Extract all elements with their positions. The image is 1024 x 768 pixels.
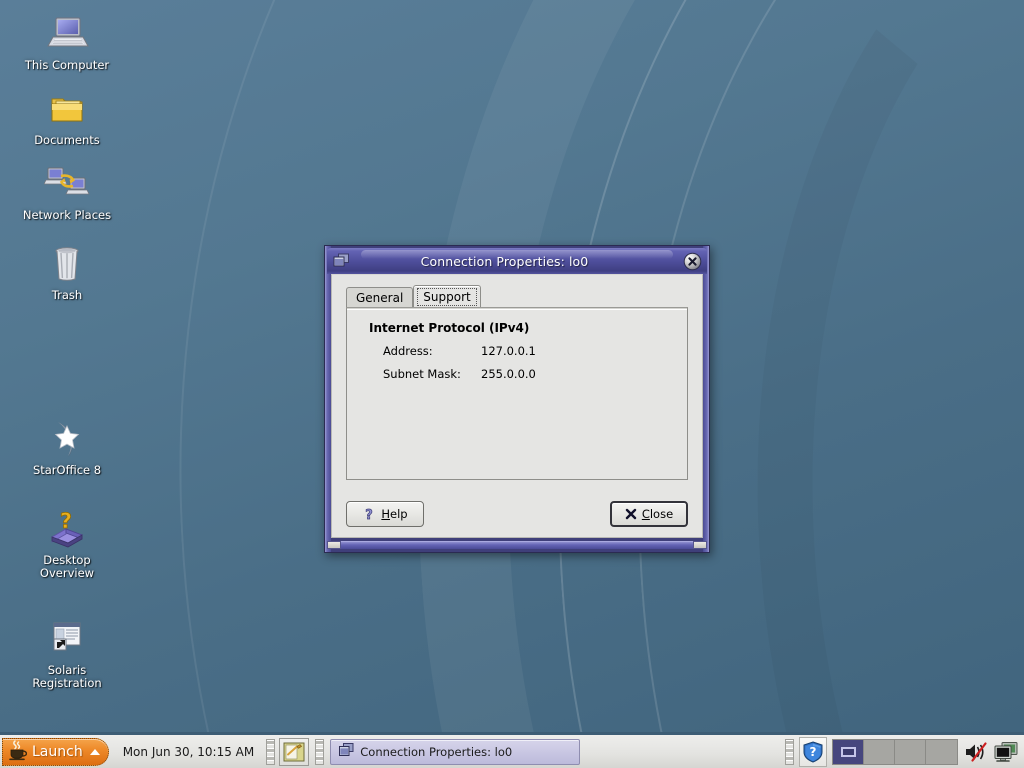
taskbar: Launch Mon Jun 30, 10:15 AM Connection P… bbox=[0, 732, 1024, 768]
panel-drag-handle[interactable] bbox=[266, 738, 276, 765]
workspace-2[interactable] bbox=[864, 739, 895, 764]
help-label-rest: elp bbox=[390, 507, 408, 521]
window-list-drag-handle[interactable] bbox=[315, 738, 325, 765]
close-button[interactable]: Close bbox=[610, 501, 688, 527]
dialog-button-bar: ? Help Close bbox=[332, 491, 702, 537]
desktop-icon-label: StarOffice 8 bbox=[32, 463, 102, 477]
desktop-icon-label: Network Places bbox=[22, 208, 112, 222]
close-mnemonic: C bbox=[641, 507, 650, 521]
tab-bar: General Support bbox=[346, 285, 688, 307]
workspace-switcher[interactable] bbox=[832, 738, 958, 765]
shield-question-icon[interactable]: ? bbox=[799, 736, 827, 767]
dialog-title: Connection Properties: lo0 bbox=[420, 253, 589, 269]
desktop-icon-label: Solaris Registration bbox=[32, 663, 102, 690]
question-mark-icon: ? bbox=[362, 507, 376, 522]
desktop-icon-label: Trash bbox=[51, 288, 83, 302]
caret-up-icon bbox=[89, 748, 100, 755]
desktop-icon-staroffice[interactable]: StarOffice 8 bbox=[8, 415, 126, 477]
java-cup-icon bbox=[7, 739, 28, 765]
network-icon bbox=[8, 160, 126, 206]
svg-text:?: ? bbox=[366, 508, 374, 522]
resize-grip-left[interactable] bbox=[327, 541, 341, 549]
tab-general-label: General bbox=[356, 290, 404, 305]
workspace-3[interactable] bbox=[895, 739, 926, 764]
tab-support[interactable]: Support bbox=[413, 285, 481, 307]
desktop-background[interactable]: This Computer Documents Network Places T… bbox=[0, 0, 1024, 768]
desktop-icon-label: This Computer bbox=[24, 58, 110, 72]
svg-text:?: ? bbox=[810, 745, 817, 759]
field-row-address: Address: 127.0.0.1 bbox=[383, 344, 687, 358]
desktop-icon-network-places[interactable]: Network Places bbox=[8, 160, 126, 222]
computer-icon bbox=[8, 10, 126, 56]
dual-monitor-icon[interactable] bbox=[994, 738, 1020, 766]
section-title: Internet Protocol (IPv4) bbox=[369, 321, 530, 335]
tab-support-label: Support bbox=[423, 289, 471, 304]
launch-button[interactable]: Launch bbox=[2, 737, 109, 766]
field-row-subnet-mask: Subnet Mask: 255.0.0.0 bbox=[383, 367, 687, 381]
tab-general[interactable]: General bbox=[346, 287, 414, 307]
connection-properties-dialog[interactable]: Connection Properties: lo0 General Suppo… bbox=[324, 245, 710, 553]
x-mark-icon bbox=[625, 508, 637, 520]
folder-icon bbox=[8, 85, 126, 131]
desktop-icon-label: Desktop Overview bbox=[39, 553, 95, 580]
registration-shortcut-icon bbox=[8, 615, 126, 661]
notification-tray: ? bbox=[785, 736, 1020, 767]
trash-icon bbox=[8, 240, 126, 286]
resize-grip-right[interactable] bbox=[693, 541, 707, 549]
close-button-label: Close bbox=[642, 507, 673, 521]
launch-button-label: Launch bbox=[32, 743, 83, 760]
window-icon bbox=[339, 743, 354, 760]
window-list: Connection Properties: lo0 bbox=[330, 738, 785, 765]
help-mnemonic: H bbox=[381, 507, 391, 521]
desktop-icon-trash[interactable]: Trash bbox=[8, 240, 126, 302]
speaker-muted-icon[interactable] bbox=[963, 738, 989, 766]
dialog-titlebar[interactable]: Connection Properties: lo0 bbox=[327, 248, 707, 274]
clock[interactable]: Mon Jun 30, 10:15 AM bbox=[123, 745, 255, 759]
tray-drag-handle[interactable] bbox=[785, 738, 794, 765]
close-label-rest: lose bbox=[649, 507, 674, 521]
workspace-window-indicator bbox=[840, 746, 856, 757]
subnet-mask-value: 255.0.0.0 bbox=[481, 367, 536, 381]
help-button[interactable]: ? Help bbox=[346, 501, 424, 527]
close-icon[interactable] bbox=[679, 248, 705, 274]
book-help-icon: ? bbox=[8, 505, 126, 551]
dialog-body: General Support Internet Protocol (IPv4)… bbox=[331, 274, 703, 538]
address-label: Address: bbox=[383, 344, 433, 358]
workspace-4[interactable] bbox=[926, 739, 957, 764]
address-value: 127.0.0.1 bbox=[481, 344, 536, 358]
window-resize-bar[interactable] bbox=[327, 540, 707, 550]
resize-bar-middle[interactable] bbox=[341, 541, 693, 549]
desktop-icon-documents[interactable]: Documents bbox=[8, 85, 126, 147]
desktop-icon-label: Documents bbox=[34, 133, 100, 147]
desktop-icon-desktop-overview[interactable]: ? Desktop Overview bbox=[8, 505, 126, 580]
subnet-mask-label: Subnet Mask: bbox=[383, 367, 461, 381]
window-border-right[interactable] bbox=[703, 246, 709, 552]
desktop-icon-solaris-registration[interactable]: Solaris Registration bbox=[8, 615, 126, 690]
text-editor-icon[interactable] bbox=[279, 737, 310, 766]
taskbar-window-button[interactable]: Connection Properties: lo0 bbox=[330, 738, 581, 765]
tab-panel-support: Internet Protocol (IPv4) Address: 127.0.… bbox=[346, 307, 688, 480]
staroffice-star-icon bbox=[8, 415, 126, 461]
workspace-1[interactable] bbox=[833, 739, 864, 764]
help-button-label: Help bbox=[381, 507, 407, 521]
taskbar-window-label: Connection Properties: lo0 bbox=[360, 744, 513, 759]
desktop-icon-this-computer[interactable]: This Computer bbox=[8, 10, 126, 72]
